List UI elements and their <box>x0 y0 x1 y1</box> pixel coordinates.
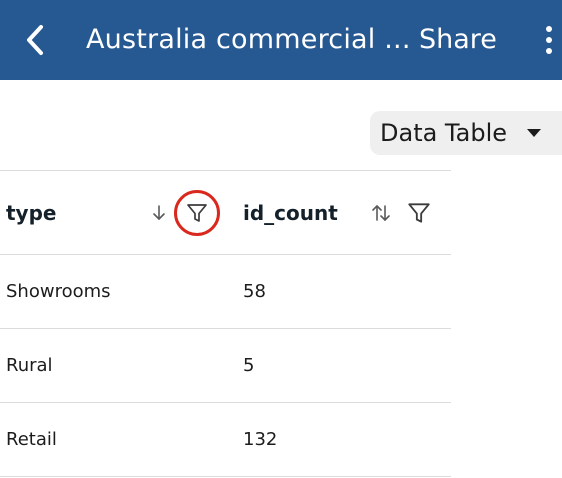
more-vert-icon[interactable] <box>536 22 562 58</box>
app-bar: Australia commercial ... Share <box>0 0 562 80</box>
column-header-id-count[interactable]: id_count <box>243 171 338 254</box>
filter-icon-type-highlight[interactable] <box>174 190 220 236</box>
cell-id-count: 132 <box>243 429 278 450</box>
table-row[interactable]: Rural 5 <box>0 329 451 403</box>
table-row[interactable]: Showrooms 58 <box>0 255 451 329</box>
column-header-type[interactable]: type <box>6 171 56 254</box>
cell-type: Rural <box>6 355 53 376</box>
caret-down-icon <box>527 129 541 137</box>
filter-icon <box>187 204 207 222</box>
sort-descending-icon[interactable] <box>150 171 168 254</box>
table-row[interactable]: Retail 132 <box>0 403 451 477</box>
data-table: type id_count Showrooms 58 Rural 5 Retai… <box>0 170 451 477</box>
page-title: Australia commercial ... <box>86 24 408 55</box>
cell-type: Retail <box>6 429 57 450</box>
sort-both-icon[interactable] <box>370 171 392 254</box>
view-type-dropdown[interactable]: Data Table <box>370 111 562 155</box>
view-type-label: Data Table <box>380 119 507 147</box>
table-header-row: type id_count <box>0 170 451 255</box>
cell-type: Showrooms <box>6 281 111 302</box>
share-button[interactable]: Share <box>419 20 497 60</box>
cell-id-count: 5 <box>243 355 255 376</box>
cell-id-count: 58 <box>243 281 266 302</box>
filter-icon[interactable] <box>406 171 432 254</box>
back-arrow-icon[interactable] <box>18 20 52 60</box>
